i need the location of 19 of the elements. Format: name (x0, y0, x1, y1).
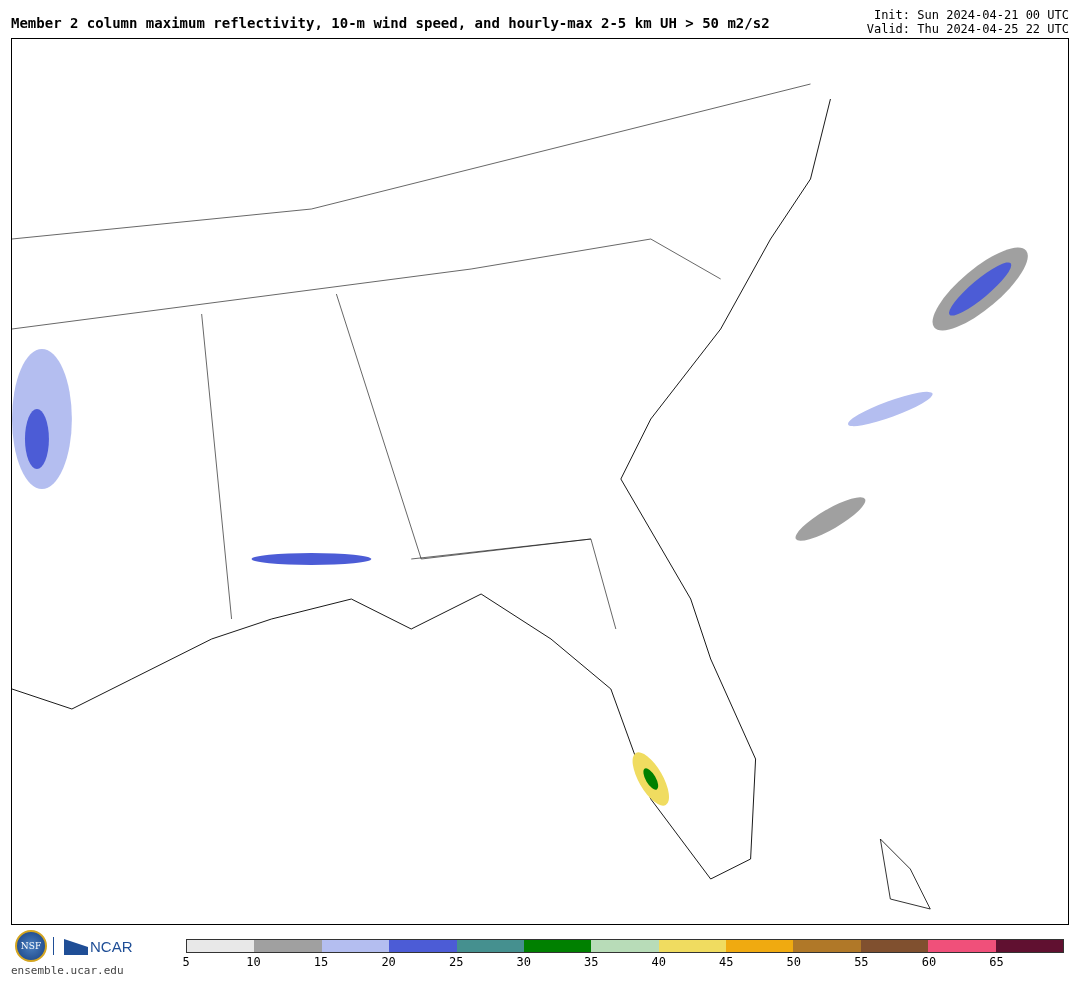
scale-label: 40 (651, 955, 666, 969)
scale-label: 35 (584, 955, 599, 969)
scale-label: 55 (854, 955, 869, 969)
chart-title: Member 2 column maximum reflectivity, 10-m wind speed, and hourly-max 2-5 km UH > 50 m2/s2 (11, 15, 770, 31)
ncar-logo: NCAR (53, 937, 133, 955)
scale-label: 5 (182, 955, 190, 969)
scale-label: 60 (921, 955, 937, 969)
scale-label: 10 (246, 955, 261, 969)
scale-label: 45 (719, 955, 734, 969)
init-time: Init: Sun 2024-04-21 00 UTC (873, 8, 1069, 22)
website-url: ensemble.ucar.edu (11, 964, 124, 977)
valid-time: Valid: Thu 2024-04-25 22 UTC (866, 22, 1069, 36)
scale-label: 30 (516, 955, 531, 969)
nsf-logo: NSF (15, 930, 47, 962)
scale-label: 20 (381, 955, 396, 969)
scale-label: 65 (989, 955, 1004, 969)
scale-label: 15 (313, 955, 329, 969)
scale-label: 50 (786, 955, 802, 969)
scale-label: 25 (448, 955, 464, 969)
